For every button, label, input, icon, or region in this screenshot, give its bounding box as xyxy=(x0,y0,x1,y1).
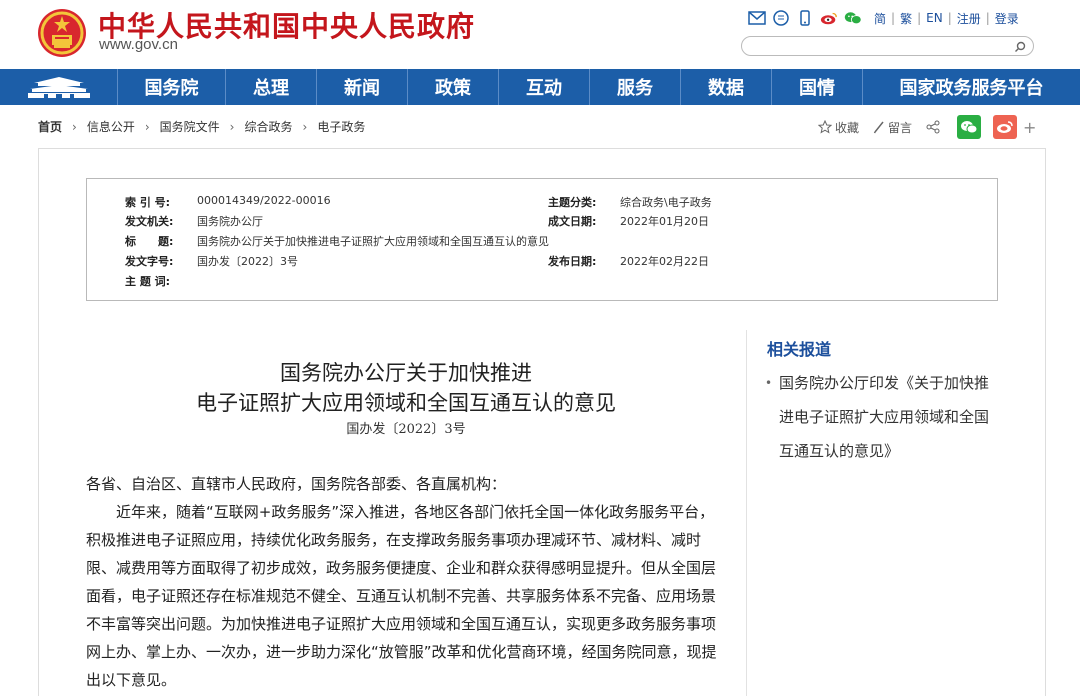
breadcrumb: 首页 › 信息公开 › 国务院文件 › 综合政务 › 电子政务 xyxy=(38,118,365,135)
nav-item-data[interactable]: 数据 xyxy=(681,69,772,105)
lang-simplified-link[interactable]: 简 xyxy=(874,10,886,27)
wechat-icon[interactable] xyxy=(844,9,862,27)
share-wechat-icon[interactable] xyxy=(957,115,982,139)
star-icon xyxy=(818,120,832,134)
breadcrumb-home[interactable]: 首页 xyxy=(38,118,62,135)
pencil-icon xyxy=(873,121,884,134)
search-box xyxy=(741,36,1034,57)
nav-item-service[interactable]: 服务 xyxy=(590,69,681,105)
register-link[interactable]: 注册 xyxy=(957,10,981,27)
nav-item-interaction[interactable]: 互动 xyxy=(499,69,590,105)
more-share-icon[interactable]: + xyxy=(1023,118,1036,137)
related-reports-list: • 国务院办公厅印发《关于加快推进电子证照扩大应用领域和全国互通互认的意见》 xyxy=(765,366,997,468)
meta-title-row: 标 题: 国务院办公厅关于加快推进电子证照扩大应用领域和全国互通互认的意见 xyxy=(125,235,549,248)
breadcrumb-e-government[interactable]: 电子政务 xyxy=(317,118,365,135)
breadcrumb-info-disclosure[interactable]: 信息公开 xyxy=(87,118,135,135)
article-title: 国务院办公厅关于加快推进 电子证照扩大应用领域和全国互通互认的意见 xyxy=(86,358,726,418)
meta-created-row: 成文日期: 2022年01月20日 xyxy=(548,215,709,228)
share-bar: 收藏 留言 + xyxy=(818,115,1036,139)
share-icon[interactable] xyxy=(926,120,943,134)
comment-button[interactable]: 留言 xyxy=(873,119,912,136)
lang-links: 简 | 繁 | EN | 注册 | 登录 xyxy=(874,10,1019,27)
weibo-icon[interactable] xyxy=(820,9,838,27)
nav-item-state-council[interactable]: 国务院 xyxy=(118,69,226,105)
comment-label: 留言 xyxy=(888,120,913,135)
lang-english-link[interactable]: EN xyxy=(926,11,943,25)
search-input[interactable] xyxy=(752,39,1012,57)
meta-issuer-row: 发文机关: 国务院办公厅 xyxy=(125,215,263,228)
mobile-icon[interactable] xyxy=(796,9,814,27)
nav-item-gov-service-platform[interactable]: 国家政务服务平台 xyxy=(863,69,1080,105)
chevron-right-icon: › xyxy=(302,119,308,134)
chevron-right-icon: › xyxy=(229,119,235,134)
meta-published-row: 发布日期: 2022年02月22日 xyxy=(548,255,709,268)
tiananmen-icon[interactable] xyxy=(0,69,118,105)
article-doc-number: 国办发〔2022〕3号 xyxy=(346,422,466,437)
article-salutation: 各省、自治区、直辖市人民政府，国务院各部委、各直属机构： xyxy=(86,475,507,493)
breadcrumb-general-affairs[interactable]: 综合政务 xyxy=(244,118,292,135)
meta-topic-row: 主题分类: 综合政务\电子政务 xyxy=(548,196,712,209)
favorite-button[interactable]: 收藏 xyxy=(818,119,859,136)
related-reports-title: 相关报道 xyxy=(767,340,832,359)
nav-item-national-info[interactable]: 国情 xyxy=(772,69,863,105)
article-body: 各省、自治区、直辖市人民政府，国务院各部委、各直属机构： 近年来，随着“互联网+… xyxy=(86,470,726,694)
article-paragraph: 近年来，随着“互联网+政务服务”深入推进，各地区各部门依托全国一体化政务服务平台… xyxy=(86,503,717,689)
meta-index-row: 索 引 号: 000014349/2022-00016 xyxy=(125,194,331,209)
chevron-right-icon: › xyxy=(144,119,150,134)
related-report-link[interactable]: 国务院办公厅印发《关于加快推进电子证照扩大应用领域和全国互通互认的意见》 xyxy=(767,366,997,468)
meta-docno-row: 发文字号: 国办发〔2022〕3号 xyxy=(125,255,298,268)
breadcrumb-state-council-docs[interactable]: 国务院文件 xyxy=(160,118,220,135)
related-report-item[interactable]: • 国务院办公厅印发《关于加快推进电子证照扩大应用领域和全国互通互认的意见》 xyxy=(765,366,997,468)
favorite-label: 收藏 xyxy=(835,120,860,135)
search-icon[interactable] xyxy=(1013,39,1027,53)
meta-keywords-row: 主 题 词: xyxy=(125,275,171,288)
lang-traditional-link[interactable]: 繁 xyxy=(900,10,912,27)
header-tools: 简 | 繁 | EN | 注册 | 登录 xyxy=(748,8,1019,28)
message-icon[interactable] xyxy=(772,9,790,27)
site-header: 中华人民共和国中央人民政府 www.gov.cn 简 | 繁 | EN | 注册… xyxy=(0,0,1080,69)
article-title-line1: 国务院办公厅关于加快推进 xyxy=(280,361,532,385)
site-url: www.gov.cn xyxy=(99,36,178,53)
article-title-line2: 电子证照扩大应用领域和全国互通互认的意见 xyxy=(196,391,616,415)
national-emblem-icon[interactable] xyxy=(36,7,88,59)
nav-item-news[interactable]: 新闻 xyxy=(317,69,408,105)
login-link[interactable]: 登录 xyxy=(995,10,1019,27)
sidebar-divider xyxy=(746,330,747,696)
nav-item-policy[interactable]: 政策 xyxy=(408,69,499,105)
nav-item-premier[interactable]: 总理 xyxy=(226,69,317,105)
chevron-right-icon: › xyxy=(72,119,77,134)
main-nav: 国务院 总理 新闻 政策 互动 服务 数据 国情 国家政务服务平台 xyxy=(0,69,1080,105)
mail-icon[interactable] xyxy=(748,9,766,27)
share-weibo-icon[interactable] xyxy=(993,115,1018,139)
